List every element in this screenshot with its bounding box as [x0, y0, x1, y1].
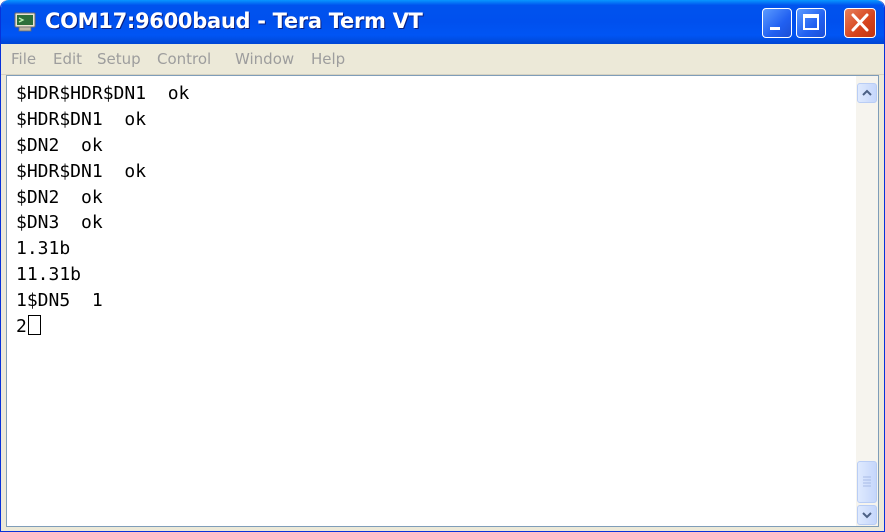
minimize-button[interactable]	[762, 8, 792, 38]
vertical-scrollbar[interactable]	[856, 76, 878, 526]
terminal-line: $DN3 ok	[16, 212, 103, 234]
scroll-thumb-grip-icon	[863, 476, 871, 487]
scroll-up-arrow-icon	[862, 89, 872, 96]
title-bar[interactable]: COM17:9600baud - Tera Term VT	[1, 0, 884, 44]
menu-control[interactable]: Control	[157, 50, 211, 68]
menu-window[interactable]: Window	[235, 50, 294, 68]
close-icon	[851, 13, 869, 32]
window-title: COM17:9600baud - Tera Term VT	[45, 9, 423, 33]
terminal-line: $HDR$DN1 ok	[16, 160, 147, 182]
menu-bar: File Edit Setup Control Window Help	[1, 44, 884, 75]
terminal-line: 1$DN5 1	[16, 290, 103, 312]
terminal-cursor-line: 2	[16, 314, 856, 340]
terminal-output[interactable]: $HDR$HDR$DN1 ok $HDR$DN1 ok $DN2 ok $HDR…	[7, 76, 856, 526]
menu-help[interactable]: Help	[311, 50, 345, 68]
terminal-line: 1.31b	[16, 238, 71, 260]
terminal-line: $HDR$DN1 ok	[16, 108, 147, 130]
terminal-line: $DN2 ok	[16, 186, 103, 208]
menu-setup[interactable]: Setup	[97, 50, 141, 68]
terminal-line: 11.31b	[16, 264, 82, 286]
scroll-thumb[interactable]	[857, 461, 877, 503]
maximize-icon	[803, 14, 819, 30]
terminal-line: $DN2 ok	[16, 134, 103, 156]
menu-file[interactable]: File	[11, 50, 36, 68]
close-button[interactable]	[844, 8, 876, 38]
terminal-line-text: 2	[16, 316, 27, 338]
scroll-up-button[interactable]	[857, 83, 877, 103]
minimize-icon	[770, 27, 780, 30]
menu-edit[interactable]: Edit	[53, 50, 82, 68]
maximize-button[interactable]	[796, 8, 826, 38]
terminal-cursor	[27, 315, 41, 336]
scroll-down-button[interactable]	[857, 505, 877, 525]
scroll-down-arrow-icon	[862, 512, 872, 519]
terminal-client-area: $HDR$HDR$DN1 ok $HDR$DN1 ok $DN2 ok $HDR…	[6, 75, 879, 527]
terminal-line: $HDR$HDR$DN1 ok	[16, 83, 190, 104]
tera-term-window: COM17:9600baud - Tera Term VT File Edit …	[0, 0, 885, 532]
tera-term-app-icon[interactable]	[14, 12, 36, 32]
